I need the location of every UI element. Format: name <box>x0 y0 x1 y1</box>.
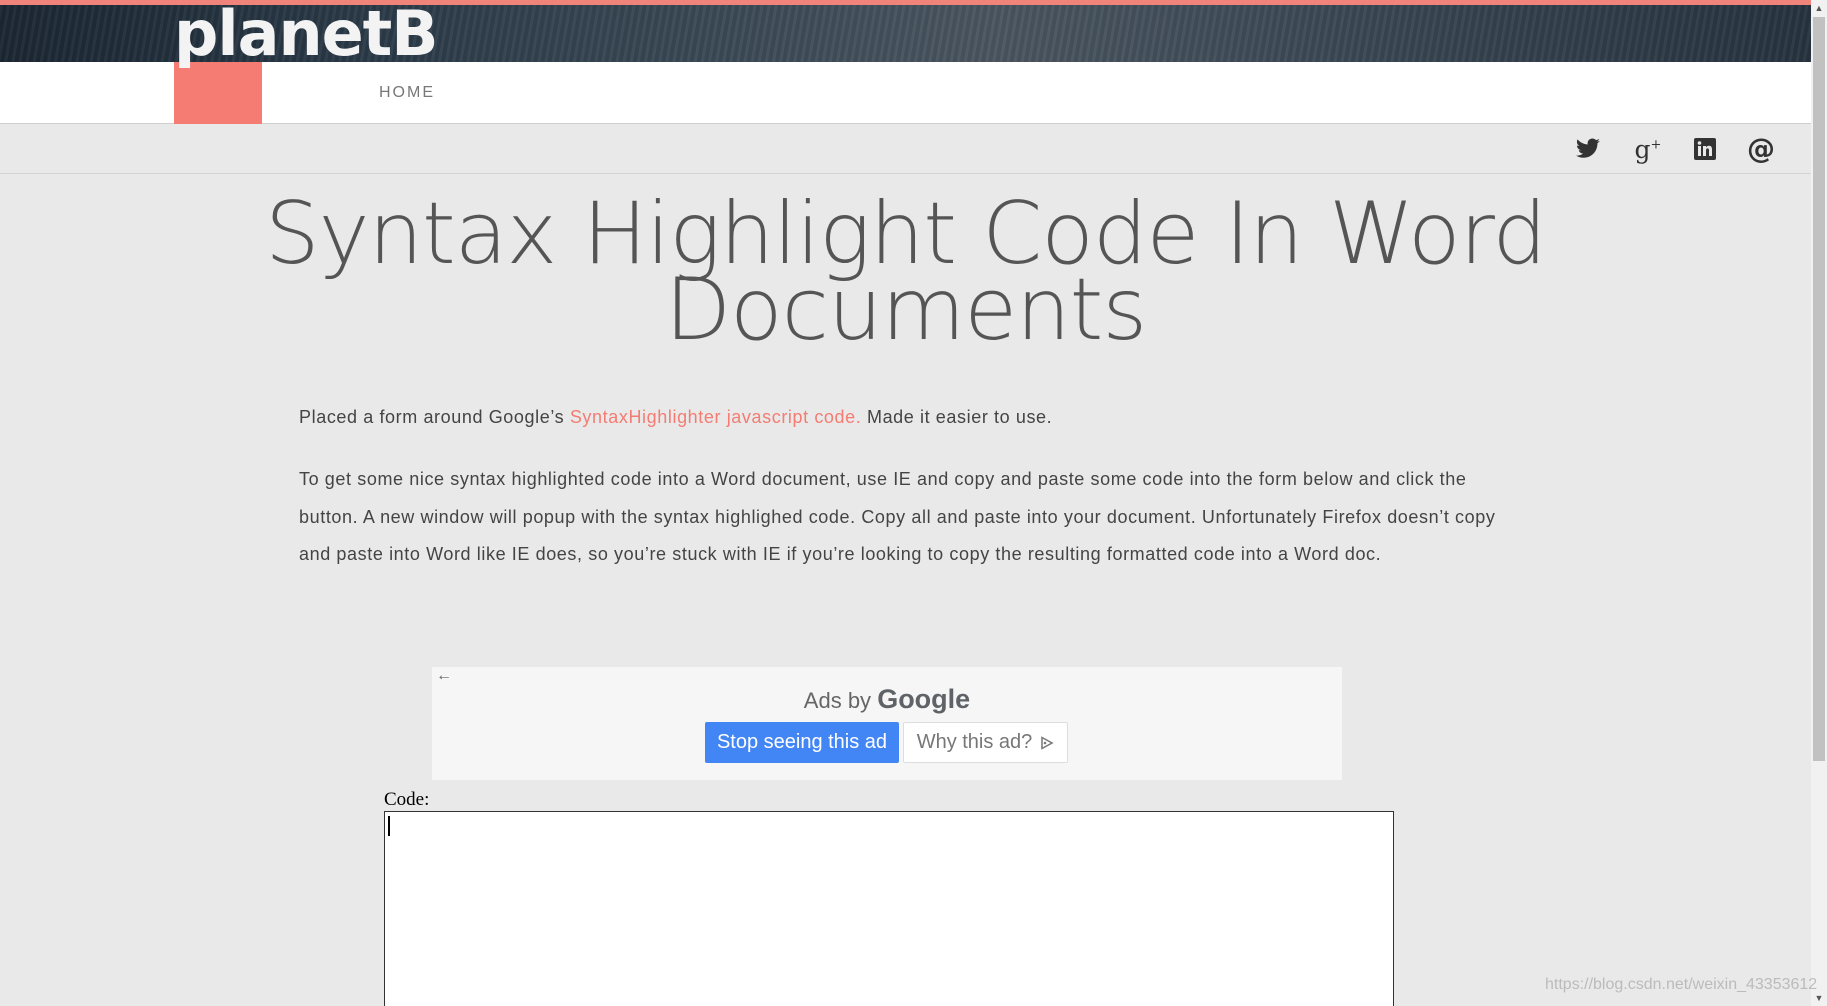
linkedin-icon[interactable] <box>1690 134 1720 164</box>
code-label: Code: <box>384 789 430 810</box>
ads-by-google: Ads by Google <box>432 684 1342 715</box>
watermark-text: https://blog.csdn.net/weixin_43353612 <box>1545 976 1818 993</box>
nav-home-link[interactable]: HOME <box>379 84 435 102</box>
google-plus-icon[interactable]: g+ <box>1633 134 1663 164</box>
code-input[interactable] <box>384 811 1394 1006</box>
text-caret <box>388 816 390 836</box>
why-this-ad-button[interactable]: Why this ad? <box>903 722 1068 763</box>
adchoices-icon <box>1041 735 1054 750</box>
ad-back-arrow-icon[interactable]: ← <box>436 667 452 685</box>
site-logo[interactable]: planetB <box>174 2 439 66</box>
syntaxhighlighter-link[interactable]: SyntaxHighlighter javascript code. <box>570 407 862 427</box>
intro-paragraph: Placed a form around Google’s SyntaxHigh… <box>299 399 1519 437</box>
navbar <box>0 62 1811 124</box>
body-paragraph: To get some nice syntax highlighted code… <box>299 469 1496 564</box>
intro-text-after: Made it easier to use. <box>861 407 1053 427</box>
google-wordmark: Google <box>877 684 971 714</box>
scrollbar-thumb[interactable] <box>1813 17 1825 761</box>
logo-accent-block <box>174 62 262 124</box>
twitter-icon[interactable] <box>1573 134 1603 164</box>
scroll-up-icon[interactable]: ▲ <box>1811 0 1827 16</box>
why-this-ad-label: Why this ad? <box>916 731 1033 753</box>
social-bar <box>0 124 1811 174</box>
intro-text-before: Placed a form around Google’s <box>299 407 570 427</box>
email-at-icon[interactable]: @ <box>1746 134 1776 164</box>
stop-seeing-ad-button[interactable]: Stop seeing this ad <box>705 722 899 763</box>
ads-by-label: Ads by <box>803 688 872 713</box>
page-title: Syntax Highlight Code In Word Documents <box>264 184 1547 360</box>
